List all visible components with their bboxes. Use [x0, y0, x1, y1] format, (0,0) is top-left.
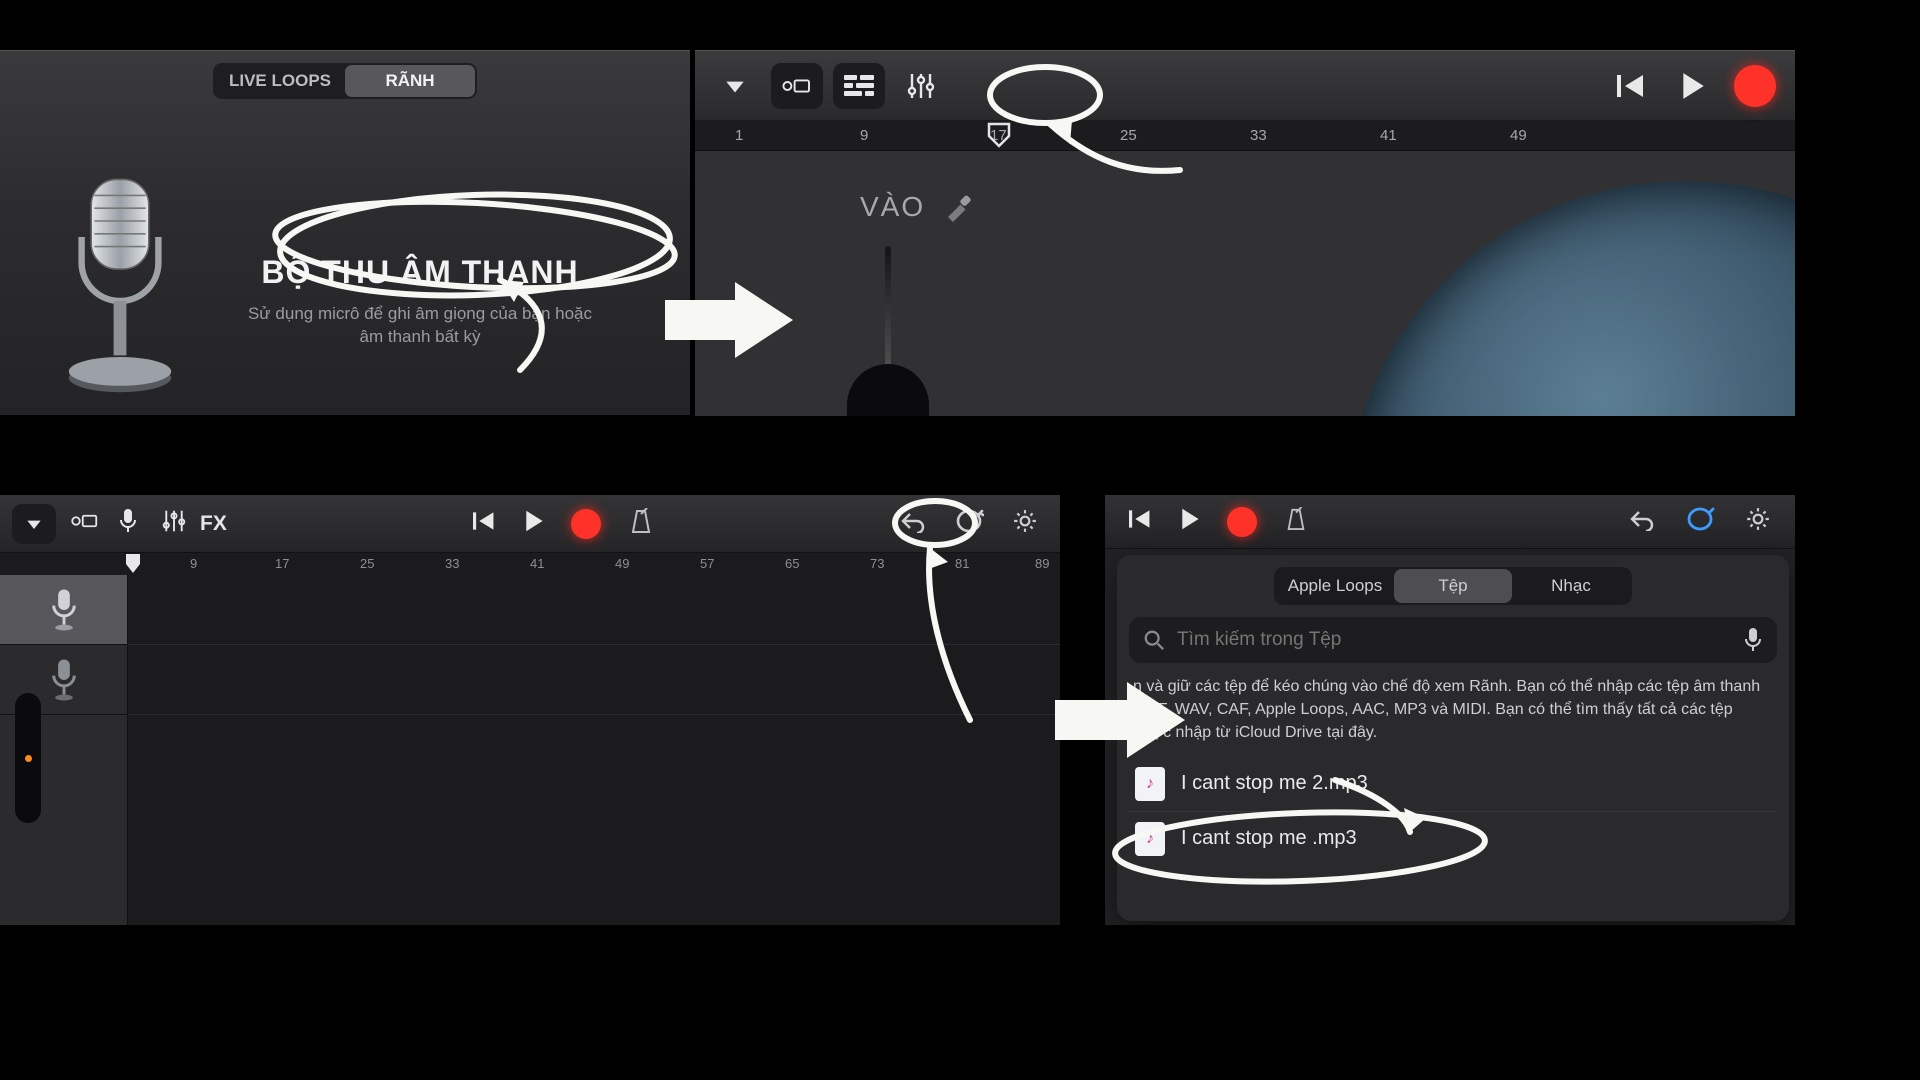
ruler-tick: 1: [735, 127, 743, 144]
tab-files[interactable]: Tệp: [1394, 569, 1512, 603]
side-handle[interactable]: [15, 693, 41, 823]
dictation-mic-icon[interactable]: [1743, 627, 1763, 653]
record-button[interactable]: [561, 509, 611, 539]
rewind-button[interactable]: [1605, 63, 1657, 109]
tab-live-loops[interactable]: LIVE LOOPS: [215, 65, 345, 97]
jack-plug-icon: [943, 192, 973, 222]
search-input[interactable]: [1177, 629, 1731, 651]
browser-hint-text: n và giữ các tệp để kéo chúng vào chế độ…: [1129, 675, 1777, 745]
loop-browser-button[interactable]: [944, 508, 994, 539]
ruler-tick: 41: [1380, 127, 1397, 144]
file-name: I cant stop me .mp3: [1181, 827, 1357, 850]
audio-file-icon: ♪: [1135, 822, 1165, 856]
tracks-view-panel: FX 9 17 25: [0, 495, 1060, 925]
play-button[interactable]: [1667, 63, 1719, 109]
ruler-tick: 41: [530, 556, 544, 571]
source-segment: Apple Loops Tệp Nhạc: [1274, 567, 1632, 605]
microphone-icon[interactable]: [112, 508, 144, 539]
file-row[interactable]: ♪ I cant stop me .mp3: [1129, 811, 1777, 866]
recorder-view-panel: 1 9 17 25 33 41 49 VÀO: [695, 50, 1795, 415]
toolbar: [695, 51, 1795, 121]
settings-button[interactable]: [1735, 506, 1781, 537]
track-lanes[interactable]: [128, 575, 1060, 925]
view-sections-button[interactable]: [833, 63, 885, 109]
tab-apple-loops[interactable]: Apple Loops: [1276, 569, 1394, 603]
menu-dropdown-button[interactable]: [709, 63, 761, 109]
undo-button[interactable]: [890, 509, 936, 538]
ruler-tick: 9: [190, 556, 197, 571]
handle-dot-icon: [25, 755, 32, 762]
ruler-tick: 49: [1510, 127, 1527, 144]
mixer-sliders-icon[interactable]: [162, 508, 186, 539]
toolbar: FX: [0, 495, 1060, 553]
view-tracks-button[interactable]: [771, 63, 823, 109]
audio-file-icon: ♪: [1135, 767, 1165, 801]
input-label: VÀO: [860, 191, 973, 223]
ruler-tick: 33: [445, 556, 459, 571]
file-row[interactable]: ♪ I cant stop me 2.mp3: [1129, 757, 1777, 811]
ruler-tick: 17: [275, 556, 289, 571]
tab-tracks[interactable]: RÃNH: [345, 65, 475, 97]
input-stage: VÀO: [695, 151, 1795, 416]
track-lane[interactable]: [128, 645, 1060, 715]
ruler-tick: 49: [615, 556, 629, 571]
search-icon: [1143, 629, 1165, 651]
ruler-tick: 25: [360, 556, 374, 571]
settings-button[interactable]: [1002, 508, 1048, 539]
input-gain-slider[interactable]: [885, 246, 891, 416]
ruler-tick: 89: [1035, 556, 1049, 571]
mixer-sliders-button[interactable]: [895, 63, 947, 109]
ruler-tick: 9: [860, 127, 868, 144]
microphone-icon: [49, 658, 79, 702]
ruler-tick: 25: [1120, 127, 1137, 144]
metronome-button[interactable]: [619, 508, 663, 539]
instrument-picker-panel: LIVE LOOPS RÃNH: [0, 50, 690, 415]
search-field[interactable]: [1129, 617, 1777, 663]
playhead-icon[interactable]: [125, 553, 141, 575]
view-mode-segment: LIVE LOOPS RÃNH: [213, 63, 477, 99]
ruler-tick: 73: [870, 556, 884, 571]
track-header[interactable]: [0, 575, 127, 645]
playhead-icon[interactable]: [987, 122, 1011, 148]
view-tracks-icon[interactable]: [64, 511, 106, 536]
play-button[interactable]: [1171, 507, 1209, 536]
file-name: I cant stop me 2.mp3: [1181, 772, 1368, 795]
metronome-button[interactable]: [1275, 507, 1317, 536]
ruler-tick: 65: [785, 556, 799, 571]
fx-button[interactable]: FX: [192, 512, 235, 536]
record-button[interactable]: [1219, 507, 1265, 537]
rewind-button[interactable]: [1119, 508, 1161, 535]
transport-controls: [461, 509, 611, 539]
play-button[interactable]: [513, 509, 555, 538]
timeline-ruler[interactable]: 9 17 25 33 41 49 57 65 73 81 89: [0, 553, 1060, 575]
ruler-tick: 57: [700, 556, 714, 571]
loop-file-browser: Apple Loops Tệp Nhạc n và giữ các tệp để…: [1117, 555, 1789, 921]
recorder-title: BỘ THU ÂM THANH: [235, 254, 605, 291]
microphone-illustration: [40, 171, 200, 431]
recorder-description: Sử dụng micrô để ghi âm giọng của bạn ho…: [235, 303, 605, 349]
track-lane[interactable]: [128, 575, 1060, 645]
loop-browser-button[interactable]: [1675, 506, 1725, 537]
timeline-ruler[interactable]: 1 9 17 25 33 41 49: [695, 121, 1795, 151]
ruler-tick: 33: [1250, 127, 1267, 144]
tab-music[interactable]: Nhạc: [1512, 569, 1630, 603]
rewind-button[interactable]: [461, 510, 507, 537]
undo-button[interactable]: [1619, 507, 1665, 536]
microphone-icon: [49, 588, 79, 632]
jog-wheel[interactable]: [1345, 181, 1795, 416]
ruler-tick: 81: [955, 556, 969, 571]
file-browser-panel: Apple Loops Tệp Nhạc n và giữ các tệp để…: [1105, 495, 1795, 925]
record-button[interactable]: [1729, 63, 1781, 109]
toolbar: [1105, 495, 1795, 549]
menu-dropdown-button[interactable]: [12, 504, 56, 544]
